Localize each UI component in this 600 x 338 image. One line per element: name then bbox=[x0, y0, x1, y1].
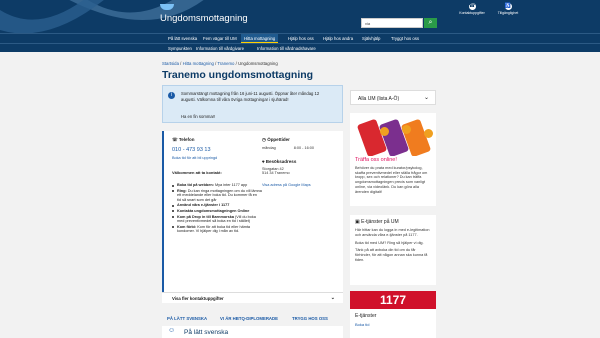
phone-number-link[interactable]: 010 - 473 93 13 bbox=[172, 147, 262, 153]
etjanster-text-3: Tänk på att avboka din tid om du får för… bbox=[355, 248, 428, 262]
tab-trygg[interactable]: TRYGG HOS OSS bbox=[292, 316, 328, 321]
nav-item-latt-svenska[interactable]: På lätt svenska bbox=[165, 34, 200, 43]
phone-icon: ☎ bbox=[468, 3, 476, 10]
banner-1177[interactable]: 1177 bbox=[350, 291, 436, 309]
list-item: Kom på Drop in till Barnmorska (Vill du … bbox=[172, 215, 262, 224]
nav-item-hitta-mottagning[interactable]: Hitta mottagning bbox=[241, 34, 279, 43]
contact-methods-list: Boka tid på webben: Mya inter 1177 app R… bbox=[172, 183, 262, 234]
breadcrumb-current: Ungdomsmottagning bbox=[238, 61, 278, 66]
info-notice: i Sommarstängt mottagning från 16 juni-1… bbox=[162, 85, 343, 123]
nav-item-vardgivare[interactable]: Information till vårdgivare bbox=[193, 44, 247, 52]
tab-hbtq[interactable]: VI ÄR HBTQ-DIPLOMERADE bbox=[220, 316, 278, 321]
nav-item-vardnadshavare[interactable]: Information till vårdnadshavare bbox=[254, 44, 319, 52]
etjanster-2-title: E-tjänster bbox=[355, 313, 377, 319]
etjanster-text-2: Boka tid med UM? Ring så hjälper vi dig. bbox=[355, 240, 424, 245]
nav-item-tryggt-hos-oss[interactable]: Tryggt hos oss bbox=[388, 34, 422, 43]
primary-nav: På lätt svenska Fem vägar till UM Hitta … bbox=[0, 33, 600, 43]
etjanster-card: ▣ E-tjänster på UM Här hittar kan du log… bbox=[350, 215, 436, 285]
list-item: Kom förbi: Kom för att boka tid eller hä… bbox=[172, 225, 262, 234]
nav-item-fem-vagar[interactable]: Fem vägar till UM bbox=[200, 34, 240, 43]
page-title: Tranemo ungdomsmottagning bbox=[162, 69, 314, 81]
accessibility-link[interactable]: ♿ Tillgänglighet bbox=[494, 3, 522, 15]
chat-bubble-icon bbox=[402, 125, 411, 134]
etjanster-title: ▣ E-tjänster på UM bbox=[355, 219, 399, 225]
tab-latt-svenska[interactable]: PÅ LÄTT SVENSKA bbox=[167, 316, 207, 321]
accessibility-label: Tillgänglighet bbox=[497, 11, 519, 15]
book-callback-link[interactable]: Boka tid för att bli uppringd bbox=[172, 156, 262, 160]
nav-item-hjalp-hos-oss[interactable]: Hjälp hos oss bbox=[285, 34, 317, 43]
nav-item-sjalvhjalp[interactable]: Självhjälp bbox=[359, 34, 383, 43]
site-title[interactable]: Ungdomsmottagning bbox=[160, 13, 248, 24]
chevron-down-icon: ⌄ bbox=[330, 295, 335, 301]
info-notice-greeting: Ha en fin sommar! bbox=[181, 114, 216, 119]
easy-swedish-card[interactable]: ☺ På lätt svenska bbox=[162, 326, 343, 338]
book-appointment-link[interactable]: Boka tid bbox=[355, 322, 431, 327]
accessibility-icon: ♿ bbox=[504, 3, 512, 10]
etjanster-text-1: Här hittar kan du logga in med e-legitim… bbox=[355, 228, 430, 237]
info-notice-text: Sommarstängt mottagning från 16 juni-11 … bbox=[181, 91, 320, 102]
info-tabs: PÅ LÄTT SVENSKA VI ÄR HBTQ-DIPLOMERADE T… bbox=[162, 316, 362, 324]
breadcrumb-link-hitta-mottagning[interactable]: Hitta mottagning bbox=[183, 61, 214, 66]
search-button[interactable]: ⌕ bbox=[424, 18, 437, 28]
easy-swedish-title: På lätt svenska bbox=[184, 329, 229, 336]
chevron-down-icon: ⌄ bbox=[423, 95, 429, 101]
phone-small-icon: ☏ bbox=[172, 137, 179, 142]
nav-item-hjalp-hos-andra[interactable]: Hjälp hos andra bbox=[320, 34, 356, 43]
address-label: ⌖ Besöksadress bbox=[262, 159, 297, 164]
clinic-list-dropdown[interactable]: Alla UM (lista A-Ö) ⌄ bbox=[350, 90, 436, 105]
more-contact-accordion[interactable]: Visa fler kontaktuppgifter ⌄ bbox=[162, 292, 343, 303]
hours-label: ◷ Öppettider bbox=[262, 137, 290, 142]
breadcrumb-link-tranemo[interactable]: Tranemo bbox=[217, 61, 234, 66]
breadcrumb-link-startsida[interactable]: Startsida bbox=[162, 61, 179, 66]
list-item: Boka tid på webben: Mya inter 1177 app bbox=[172, 183, 262, 188]
contact-info-link[interactable]: ☎ Kontaktuppgifter bbox=[458, 3, 486, 15]
chat-bubble-icon bbox=[424, 129, 433, 138]
online-ad-title[interactable]: Träffa oss online! bbox=[350, 156, 436, 164]
list-item: Ring: Du kan ringa mottagningen om du vi… bbox=[172, 189, 262, 203]
phone-label: ☏ Telefon bbox=[172, 137, 195, 142]
address-city: 514 34 Tranemo bbox=[262, 171, 290, 175]
nav-item-sympunkten[interactable]: Sympunkten bbox=[165, 44, 195, 52]
hours-row: måndag 8:00 - 16:00 bbox=[262, 146, 314, 150]
contact-card: ☏ Telefon 010 - 473 93 13 Boka tid för a… bbox=[162, 131, 343, 303]
welcome-heading: Välkommen att ta kontakt: bbox=[172, 170, 222, 175]
info-icon: i bbox=[168, 92, 175, 99]
search-input[interactable]: via bbox=[361, 18, 423, 28]
search-icon: ⌕ bbox=[428, 19, 433, 26]
list-item[interactable]: Använd våra e-tjänster i 1177 bbox=[172, 203, 262, 208]
list-item[interactable]: Kontakta ungdomsmottagningen Online bbox=[172, 209, 262, 214]
secondary-nav: Sympunkten Information till vårdgivare I… bbox=[0, 43, 600, 52]
person-icon: ☺ bbox=[168, 327, 176, 334]
online-ad-text: Behöver du prata med kurator/psykolog, s… bbox=[350, 164, 436, 206]
site-header: Ungdomsmottagning via ⌕ ☎ Kontaktuppgift… bbox=[0, 0, 600, 33]
etjanster-card-2: E-tjänster Boka tid bbox=[350, 309, 436, 338]
chat-bubble-icon bbox=[380, 127, 389, 136]
contact-info-label: Kontaktuppgifter bbox=[459, 11, 485, 15]
google-maps-link[interactable]: Visa adress på Google Maps bbox=[262, 183, 340, 187]
breadcrumb: Startsida / Hitta mottagning / Tranemo /… bbox=[162, 61, 278, 66]
